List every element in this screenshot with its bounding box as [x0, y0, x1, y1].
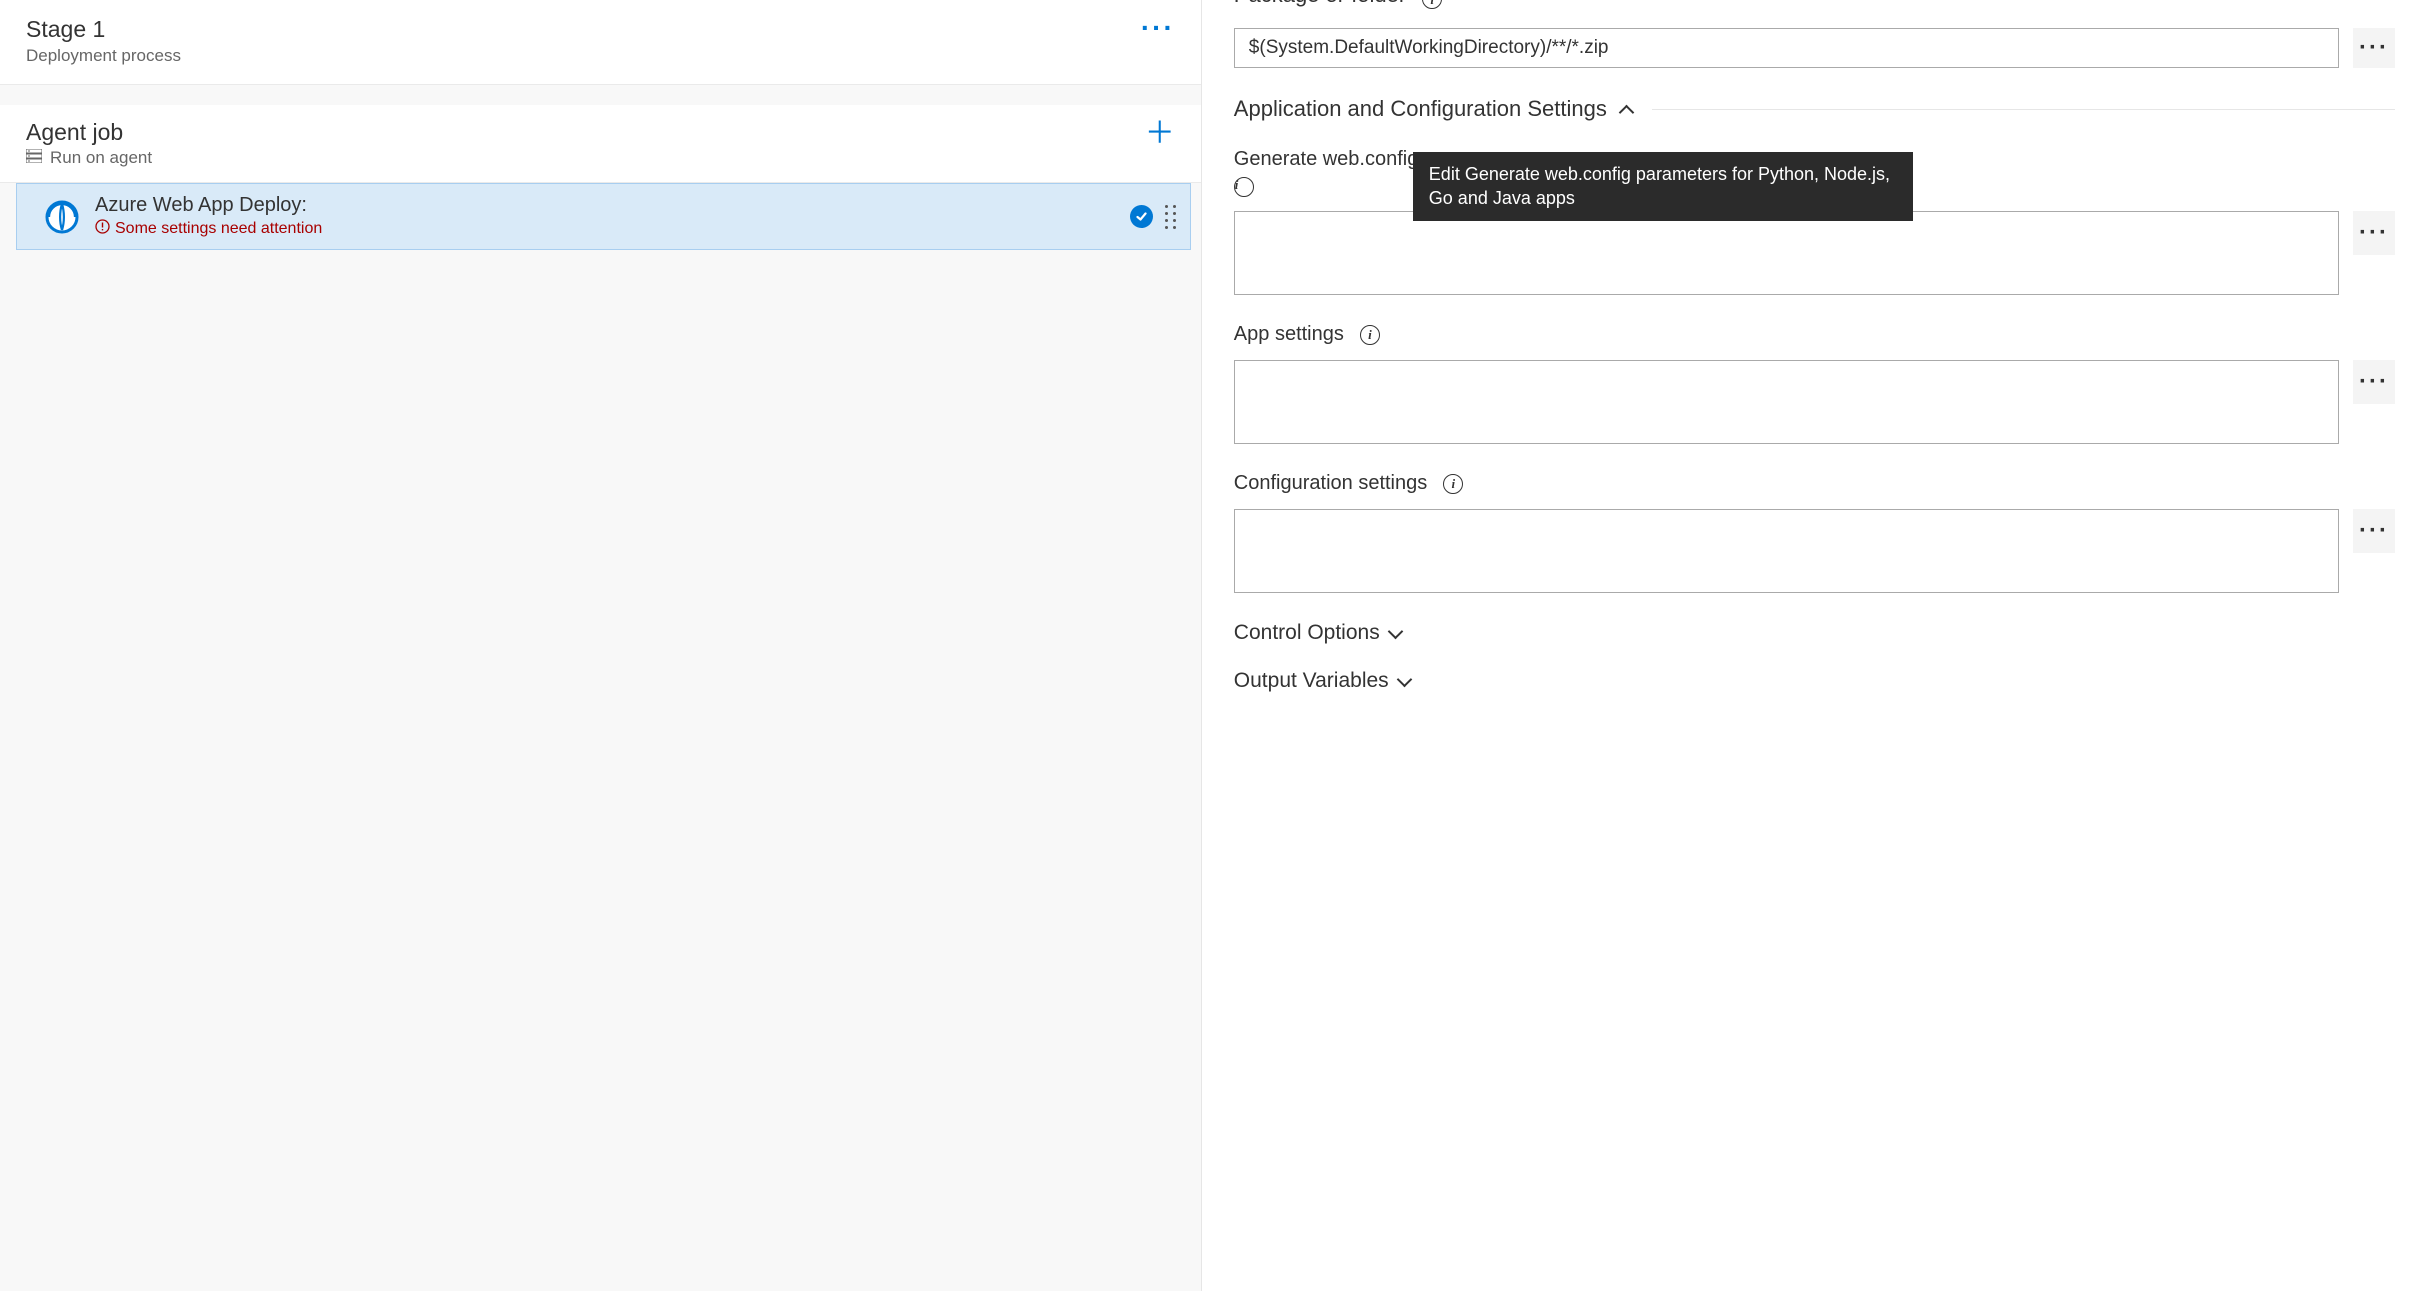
agent-job-title: Agent job: [26, 119, 152, 145]
info-icon[interactable]: i: [1422, 0, 1442, 9]
warning-icon: [95, 219, 110, 239]
package-folder-input[interactable]: [1234, 28, 2339, 68]
config-settings-input[interactable]: [1234, 509, 2339, 593]
stage-header: Stage 1 Deployment process ···: [0, 0, 1201, 85]
config-settings-label: Configuration settings: [1234, 472, 1427, 495]
azure-app-service-icon: [45, 200, 79, 234]
output-variables-title: Output Variables: [1234, 669, 1389, 693]
divider: [1652, 109, 2395, 110]
browse-package-button[interactable]: ···: [2353, 28, 2395, 68]
more-actions-icon[interactable]: ···: [1141, 16, 1175, 32]
app-settings-label: App settings: [1234, 323, 1344, 346]
task-azure-web-app-deploy[interactable]: Azure Web App Deploy: Some settings need…: [16, 183, 1191, 250]
generate-webconfig-input[interactable]: [1234, 211, 2339, 295]
edit-webconfig-button[interactable]: ···: [2353, 211, 2395, 255]
left-panel: Stage 1 Deployment process ··· Agent job: [0, 0, 1202, 1291]
app-settings-input[interactable]: [1234, 360, 2339, 444]
ellipsis-icon: ···: [2359, 380, 2389, 385]
agent-job-subtitle: Run on agent: [50, 148, 152, 168]
stage-subtitle: Deployment process: [26, 46, 181, 66]
add-task-button[interactable]: ＋: [1145, 119, 1175, 149]
task-warning-text: Some settings need attention: [115, 220, 322, 238]
section-control-options-header[interactable]: Control Options: [1234, 621, 2395, 645]
package-folder-label: Package or folder: [1234, 0, 1406, 8]
chevron-down-icon: [1396, 671, 1412, 687]
stage-title: Stage 1: [26, 16, 181, 44]
chevron-down-icon: [1387, 623, 1403, 639]
task-enabled-badge[interactable]: [1130, 205, 1153, 228]
ellipsis-icon: ···: [2359, 46, 2389, 51]
drag-handle-icon[interactable]: [1165, 205, 1176, 229]
right-panel: Package or folder i ··· Application and …: [1202, 0, 2423, 1291]
info-icon[interactable]: i: [1234, 177, 1254, 197]
ellipsis-icon: ···: [2359, 231, 2389, 236]
section-output-variables-header[interactable]: Output Variables: [1234, 669, 2395, 693]
server-icon: [26, 148, 42, 168]
control-options-title: Control Options: [1234, 621, 1380, 645]
chevron-up-icon: [1619, 104, 1635, 120]
info-icon[interactable]: i: [1360, 325, 1380, 345]
tooltip: Edit Generate web.config parameters for …: [1413, 152, 1913, 221]
agent-job-header[interactable]: Agent job Run on agent: [0, 105, 1201, 183]
edit-config-settings-button[interactable]: ···: [2353, 509, 2395, 553]
section-app-config-title: Application and Configuration Settings: [1234, 96, 1607, 122]
task-title: Azure Web App Deploy:: [95, 194, 1114, 217]
ellipsis-icon: ···: [2359, 529, 2389, 534]
section-app-config-header[interactable]: Application and Configuration Settings: [1234, 96, 2395, 122]
edit-app-settings-button[interactable]: ···: [2353, 360, 2395, 404]
info-icon[interactable]: i: [1443, 474, 1463, 494]
